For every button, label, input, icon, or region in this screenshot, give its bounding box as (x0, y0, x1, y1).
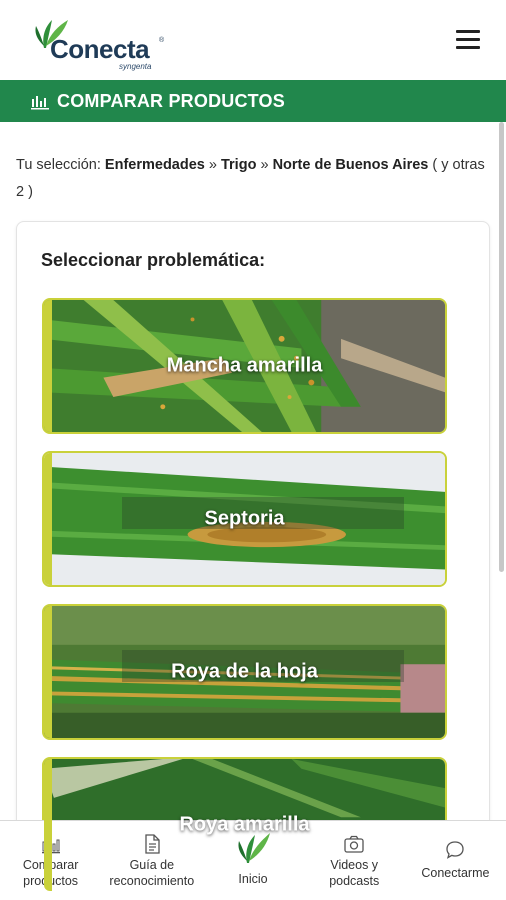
problem-tile-label: Roya de la hoja (171, 660, 318, 683)
nav-label: Guía de reconocimiento (109, 858, 195, 888)
menu-line-icon (456, 38, 480, 41)
selection-breadcrumb: Tu selección: Enfermedades » Trigo » Nor… (16, 152, 486, 206)
problem-tile-label: Septoria (204, 507, 285, 530)
problem-tile-label: Roya amarilla (179, 813, 310, 836)
scrollbar-thumb[interactable] (499, 122, 504, 572)
section-title: COMPARAR PRODUCTOS (57, 91, 285, 111)
problem-tile-septoria[interactable]: Septoria (42, 451, 447, 587)
brand-subtitle: syngenta (119, 62, 152, 71)
hamburger-menu-button[interactable] (452, 24, 486, 54)
menu-line-icon (456, 46, 480, 49)
crumb-region: Norte de Buenos Aires (272, 157, 429, 173)
card-title: Seleccionar problemática: (41, 250, 266, 270)
nav-label: Inicio (238, 872, 268, 886)
nav-label: Conectarme (421, 866, 490, 880)
crumb-separator: » (256, 157, 273, 173)
crumb-crop: Trigo (220, 157, 257, 173)
menu-line-icon (456, 30, 480, 33)
problem-tile-mancha-amarilla[interactable]: Mancha amarilla (42, 298, 447, 434)
conecta-logo[interactable]: Conecta ® syngenta (30, 12, 170, 72)
bar-chart-icon (31, 96, 49, 110)
crumb-separator: » (204, 157, 221, 173)
problem-tile-label: Mancha amarilla (166, 354, 323, 377)
nav-label: Videos y podcasts (329, 858, 380, 888)
brand-name: Conecta (50, 34, 150, 64)
problem-tile-roya-de-la-hoja[interactable]: Roya de la hoja (42, 604, 447, 740)
chat-bubble-icon (446, 841, 465, 859)
top-header: Conecta ® syngenta (0, 0, 506, 80)
selection-prefix: Tu selección: (16, 157, 105, 173)
section-header-bar: COMPARAR PRODUCTOS (0, 80, 506, 122)
app-screen: Conecta ® syngenta COMPARAR PRODUCTOS Tu… (0, 0, 506, 900)
brand-registered-mark: ® (159, 37, 165, 44)
crumb-category: Enfermedades (104, 157, 205, 173)
